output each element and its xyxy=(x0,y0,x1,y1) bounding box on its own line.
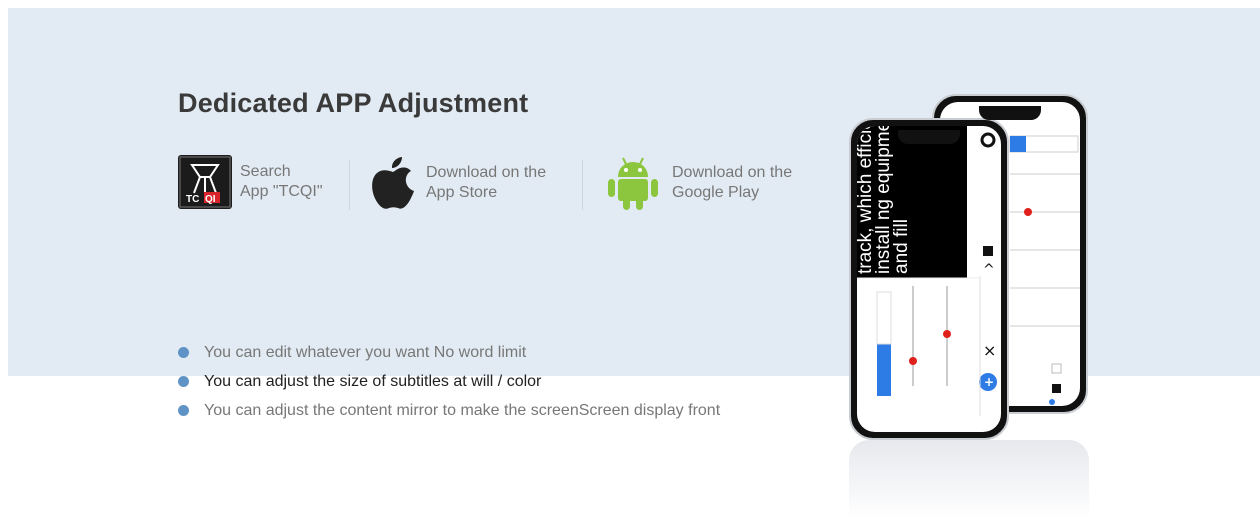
list-item: You can adjust the content mirror to mak… xyxy=(178,396,720,425)
store-name-label: Google Play xyxy=(672,184,760,201)
search-label: Search xyxy=(240,163,291,180)
bullet-dot-icon xyxy=(178,347,189,358)
app-name-label: App "TCQI" xyxy=(240,183,323,200)
app-store-link[interactable]: Download on the App Store xyxy=(368,155,546,211)
search-app-link[interactable]: TC QI Search App "TCQI" xyxy=(178,155,323,209)
page-title: Dedicated APP Adjustment xyxy=(178,88,529,118)
google-play-link[interactable]: Download on the Google Play xyxy=(606,155,792,211)
front-phone-image: track, which efficiency. It ed to instal… xyxy=(849,118,1009,440)
phone-notch xyxy=(898,130,960,144)
android-icon xyxy=(608,157,658,210)
bullet-dot-icon xyxy=(178,405,189,416)
phone-notch xyxy=(979,106,1041,120)
apple-icon xyxy=(372,157,414,209)
tcqi-app-icon: TC QI xyxy=(178,155,232,209)
front-phone-screen: track, which efficiency. It ed to instal… xyxy=(857,126,1001,432)
search-app-text: Search App "TCQI" xyxy=(240,162,323,202)
list-item: You can adjust the size of subtitles at … xyxy=(178,367,720,396)
svg-text:×: × xyxy=(983,341,996,360)
feature-text: You can adjust the content mirror to mak… xyxy=(204,401,721,419)
divider xyxy=(349,160,350,210)
store-name-label: App Store xyxy=(426,184,498,201)
phone-reflection xyxy=(849,440,1089,519)
svg-text:TC: TC xyxy=(186,194,199,205)
feature-text: You can edit whatever you want No word l… xyxy=(204,343,527,361)
svg-text:^: ^ xyxy=(983,262,995,278)
app-store-text: Download on the App Store xyxy=(426,163,546,203)
divider xyxy=(582,160,583,210)
list-item: You can edit whatever you want No word l… xyxy=(178,338,720,367)
page: Dedicated APP Adjustment TC QI Search Ap… xyxy=(0,0,1260,519)
download-label: Download on the xyxy=(426,164,547,181)
google-play-text: Download on the Google Play xyxy=(672,163,792,203)
svg-text:QI: QI xyxy=(205,194,216,205)
download-label: Download on the xyxy=(672,164,793,181)
svg-text:+: + xyxy=(984,375,994,389)
bullet-dot-icon xyxy=(178,376,189,387)
front-phone-ui: ^ × + xyxy=(857,132,997,416)
feature-text: You can adjust the size of subtitles at … xyxy=(204,372,542,390)
feature-list: You can edit whatever you want No word l… xyxy=(178,338,720,425)
